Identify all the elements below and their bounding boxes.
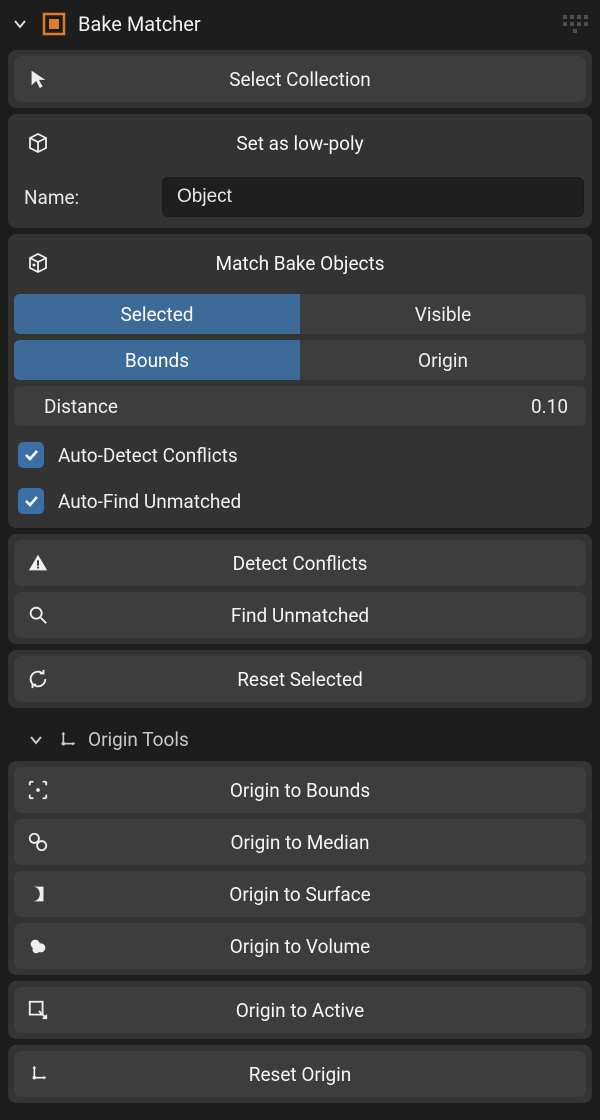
origin-to-median-label: Origin to Median: [14, 831, 586, 854]
detect-conflicts-button[interactable]: Detect Conflicts: [14, 540, 586, 586]
auto-find-label: Auto-Find Unmatched: [58, 490, 241, 513]
drag-handle-icon[interactable]: [560, 15, 590, 33]
match-block: Match Bake Objects Selected Visible Boun…: [8, 234, 592, 528]
match-header-label: Match Bake Objects: [62, 252, 586, 275]
origin-to-volume-button[interactable]: Origin to Volume: [14, 923, 586, 969]
origin-buttons-block-a: Origin to Bounds Origin to Median Origin…: [8, 761, 592, 975]
panel-title: Bake Matcher: [78, 12, 201, 36]
lowpoly-block: Set as low-poly Name:: [8, 114, 592, 228]
bounds-icon: [14, 779, 62, 801]
detect-find-block: Detect Conflicts Find Unmatched: [8, 534, 592, 644]
chevron-down-icon[interactable]: [10, 14, 30, 34]
refresh-icon: [14, 668, 62, 690]
reset-origin-block: Reset Origin: [8, 1045, 592, 1103]
origin-to-active-label: Origin to Active: [14, 999, 586, 1022]
origin-tools-header[interactable]: Origin Tools: [8, 714, 592, 761]
warning-icon: [14, 552, 62, 574]
origin-tools-label: Origin Tools: [88, 728, 189, 751]
name-row: Name:: [16, 174, 584, 220]
active-icon: [14, 999, 62, 1021]
auto-find-row[interactable]: Auto-Find Unmatched: [12, 478, 588, 524]
auto-detect-label: Auto-Detect Conflicts: [58, 444, 238, 467]
detect-conflicts-label: Detect Conflicts: [14, 552, 586, 575]
axes-icon: [56, 729, 78, 751]
bake-icon: [40, 10, 68, 38]
reset-selected-block: Reset Selected: [8, 650, 592, 708]
match-header: Match Bake Objects: [14, 240, 586, 286]
select-collection-label: Select Collection: [14, 68, 586, 91]
name-input[interactable]: [162, 177, 584, 217]
toggle-bounds[interactable]: Bounds: [14, 340, 300, 380]
find-unmatched-button[interactable]: Find Unmatched: [14, 592, 586, 638]
search-icon: [14, 604, 62, 626]
select-collection-button[interactable]: Select Collection: [14, 56, 586, 102]
name-label: Name:: [16, 186, 146, 209]
toggle-selected[interactable]: Selected: [14, 294, 300, 334]
distance-label: Distance: [44, 395, 531, 418]
cube-icon: [14, 131, 62, 155]
toggle-visible[interactable]: Visible: [300, 294, 586, 334]
lowpoly-header: Set as low-poly: [14, 120, 586, 166]
reset-origin-button[interactable]: Reset Origin: [14, 1051, 586, 1097]
axes-icon: [14, 1063, 62, 1085]
chevron-down-icon: [26, 730, 46, 750]
origin-to-bounds-button[interactable]: Origin to Bounds: [14, 767, 586, 813]
origin-to-volume-label: Origin to Volume: [14, 935, 586, 958]
panel-header: Bake Matcher: [8, 0, 592, 50]
find-unmatched-label: Find Unmatched: [14, 604, 586, 627]
lowpoly-header-label: Set as low-poly: [62, 132, 586, 155]
surface-icon: [14, 883, 62, 905]
volume-icon: [14, 935, 62, 957]
toggle-origin[interactable]: Origin: [300, 340, 586, 380]
origin-active-block: Origin to Active: [8, 981, 592, 1039]
checkbox-checked-icon: [18, 442, 44, 468]
cube-outline-icon: [14, 251, 62, 275]
distance-value: 0.10: [531, 395, 568, 418]
checkbox-checked-icon: [18, 488, 44, 514]
reset-selected-label: Reset Selected: [14, 668, 586, 691]
mode-scope-toggle: Selected Visible: [14, 294, 586, 334]
origin-to-active-button[interactable]: Origin to Active: [14, 987, 586, 1033]
reset-origin-label: Reset Origin: [14, 1063, 586, 1086]
median-icon: [14, 831, 62, 853]
cursor-icon: [14, 68, 62, 90]
origin-to-surface-button[interactable]: Origin to Surface: [14, 871, 586, 917]
auto-detect-row[interactable]: Auto-Detect Conflicts: [12, 432, 588, 478]
reset-selected-button[interactable]: Reset Selected: [14, 656, 586, 702]
distance-field[interactable]: Distance 0.10: [14, 386, 586, 426]
origin-to-surface-label: Origin to Surface: [14, 883, 586, 906]
origin-to-median-button[interactable]: Origin to Median: [14, 819, 586, 865]
mode-basis-toggle: Bounds Origin: [14, 340, 586, 380]
origin-to-bounds-label: Origin to Bounds: [14, 779, 586, 802]
select-collection-block: Select Collection: [8, 50, 592, 108]
